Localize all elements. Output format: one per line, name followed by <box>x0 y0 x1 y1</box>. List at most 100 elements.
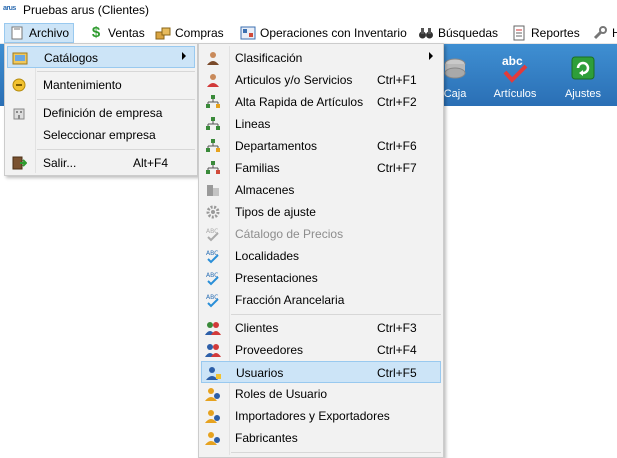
menu-item-shortcut: Ctrl+F6 <box>377 139 417 153</box>
suppliers-group-icon <box>205 342 221 358</box>
menu-item-seleccionar-empresa[interactable]: Seleccionar empresa <box>7 124 195 146</box>
menu-item-shortcut: Ctrl+F7 <box>377 161 417 175</box>
menu-item-shortcut: Alt+F4 <box>133 156 169 170</box>
menu-item-roles-usuario[interactable]: Roles de Usuario <box>201 383 441 405</box>
hierarchy-orange-icon <box>205 138 221 154</box>
spellcheck-icon: abc <box>499 54 531 84</box>
menu-item-lineas[interactable]: Lineas <box>201 113 441 135</box>
menu-item-label: Tipos de ajuste <box>235 205 316 219</box>
menu-separator <box>37 149 195 150</box>
warehouse-icon <box>205 182 221 198</box>
menu-item-label: Usuarios <box>236 366 284 380</box>
menu-compras[interactable]: Compras <box>151 23 228 43</box>
menu-item-label: Fabricantes <box>235 431 298 445</box>
menu-separator <box>37 99 195 100</box>
title-bar: arus Pruebas arus (Clientes) <box>0 0 617 22</box>
menu-item-definicion-empresa[interactable]: Definición de empresa <box>7 102 195 124</box>
toolbar-articulos-label: Artículos <box>493 88 537 100</box>
menu-item-usuarios[interactable]: Usuarios Ctrl+F5 <box>201 361 441 383</box>
menu-reportes[interactable]: Reportes <box>507 23 584 43</box>
menu-reportes-label: Reportes <box>531 26 580 40</box>
menu-item-label: Seleccionar empresa <box>43 128 156 142</box>
menu-operaciones-inventario-label: Operaciones con Inventario <box>260 26 407 40</box>
toolbar-ajustes-label: Ajustes <box>564 88 602 100</box>
menu-item-label: Proveedores <box>235 343 304 357</box>
menu-item-label: Cátalogo de Precios <box>235 227 344 241</box>
menu-item-label: Roles de Usuario <box>235 387 328 401</box>
menu-separator <box>231 314 441 315</box>
menu-item-label: Definición de empresa <box>43 106 163 120</box>
boxes-icon <box>155 25 171 41</box>
menu-herramientas-label: H <box>612 26 617 40</box>
menu-item-presentaciones[interactable]: ABC Presentaciones <box>201 267 441 289</box>
menu-item-label: Articulos y/o Servicios <box>235 73 353 87</box>
menu-item-fabricantes[interactable]: Fabricantes <box>201 427 441 449</box>
spellcheck-icon: ABC <box>205 248 221 264</box>
menu-item-label: Lineas <box>235 117 271 131</box>
refresh-icon <box>569 54 597 82</box>
submenu-arrow-icon <box>429 52 433 60</box>
menu-ventas[interactable]: $ Ventas <box>84 23 149 43</box>
menu-item-salir[interactable]: Salir... Alt+F4 <box>7 152 195 174</box>
wrench-icon <box>592 25 608 41</box>
app-logo-icon: arus <box>3 5 16 12</box>
spellcheck-icon: ABC <box>205 292 221 308</box>
menu-item-label: Localidades <box>235 249 300 263</box>
menu-archivo-label: Archivo <box>29 26 70 40</box>
manufacturers-icon <box>205 430 221 446</box>
hierarchy-icon <box>205 116 221 132</box>
menu-operaciones-inventario[interactable]: Operaciones con Inventario <box>236 23 411 43</box>
menu-item-tipos-ajuste[interactable]: Tipos de ajuste <box>201 201 441 223</box>
menu-item-catalogos[interactable]: Catálogos <box>7 46 195 68</box>
submenu-arrow-icon <box>182 52 186 60</box>
hierarchy-add-icon <box>205 94 221 110</box>
menu-herramientas[interactable]: H <box>588 23 617 43</box>
user-edit-icon <box>206 365 222 381</box>
menu-item-proveedores[interactable]: Proveedores Ctrl+F4 <box>201 339 441 361</box>
menu-item-shortcut: Ctrl+F4 <box>377 343 417 357</box>
menu-busquedas[interactable]: Búsquedas <box>414 23 502 43</box>
menu-item-clasificacion[interactable]: Clasificación <box>201 47 441 69</box>
menu-item-clientes[interactable]: Clientes Ctrl+F3 <box>201 317 441 339</box>
menu-item-articulos-servicios[interactable]: Articulos y/o Servicios Ctrl+F1 <box>201 69 441 91</box>
importers-icon <box>205 408 221 424</box>
menu-item-shortcut: Ctrl+F5 <box>377 366 417 380</box>
menu-item-familias[interactable]: Familias Ctrl+F7 <box>201 157 441 179</box>
menu-archivo[interactable]: Archivo <box>4 23 75 43</box>
menu-item-shortcut: Ctrl+F3 <box>377 321 417 335</box>
menu-ventas-label: Ventas <box>108 26 145 40</box>
menu-item-label: Mantenimiento <box>43 78 122 92</box>
menu-item-mantenimiento[interactable]: Mantenimiento <box>7 74 195 96</box>
menu-item-label: Catálogos <box>44 51 99 65</box>
gear-icon <box>205 204 221 220</box>
menu-item-importadores-exportadores[interactable]: Importadores y Exportadores <box>201 405 441 427</box>
file-icon <box>9 25 25 41</box>
cash-register-icon <box>441 54 469 82</box>
user-roles-icon <box>205 386 221 402</box>
report-icon <box>511 25 527 41</box>
menu-item-catalogo-precios[interactable]: ABC Cátalogo de Precios <box>201 223 441 245</box>
menu-item-shortcut: Ctrl+F1 <box>377 73 417 87</box>
inventory-icon <box>240 25 256 41</box>
menu-bar: Archivo $ Ventas Compras Operaciones con… <box>0 22 617 44</box>
catalogos-submenu: Clasificación Articulos y/o Servicios Ct… <box>198 43 444 458</box>
articles-user-icon <box>205 72 221 88</box>
dollar-icon: $ <box>91 24 101 41</box>
catalog-folder-icon <box>12 50 28 66</box>
menu-item-label: Salir... <box>43 156 77 170</box>
menu-item-label: Importadores y Exportadores <box>235 409 390 423</box>
menu-separator <box>231 452 441 453</box>
toolbar-ajustes-button[interactable]: Ajustes <box>556 44 610 106</box>
menu-item-almacenes[interactable]: Almacenes <box>201 179 441 201</box>
menu-item-localidades[interactable]: ABC Localidades <box>201 245 441 267</box>
menu-item-label: Presentaciones <box>235 271 318 285</box>
menu-item-alta-rapida[interactable]: Alta Rapida de Artículos Ctrl+F2 <box>201 91 441 113</box>
spellcheck-icon: ABC <box>205 270 221 286</box>
menu-separator <box>37 71 195 72</box>
menu-item-fraccion-arancelaria[interactable]: ABC Fracción Arancelaria <box>201 289 441 311</box>
classification-user-icon <box>205 50 221 66</box>
menu-item-label: Familias <box>235 161 280 175</box>
menu-item-departamentos[interactable]: Departamentos Ctrl+F6 <box>201 135 441 157</box>
toolbar-articulos-button[interactable]: abc Artículos <box>486 44 544 106</box>
menu-item-shortcut: Ctrl+F2 <box>377 95 417 109</box>
